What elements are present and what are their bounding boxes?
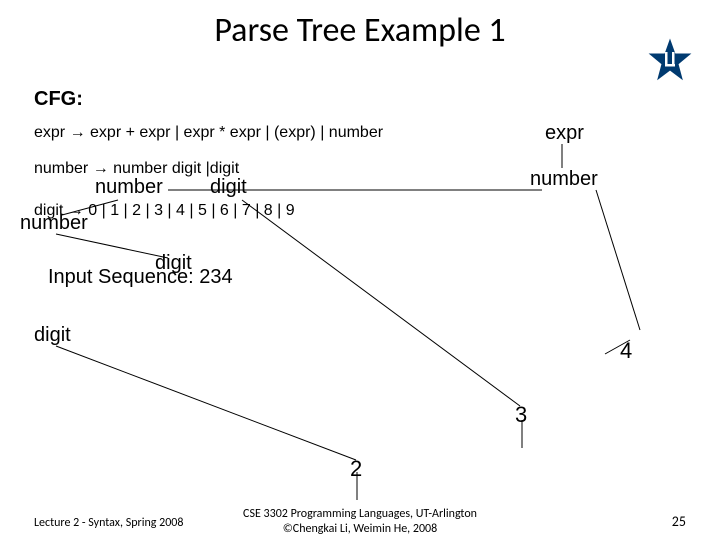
input-sequence-label: Input Sequence: 234: [48, 266, 233, 289]
tree-node-number-bottom: number: [20, 212, 88, 235]
tree-node-number-top: number: [530, 168, 598, 191]
tree-leaf-3: 3: [515, 402, 527, 428]
tree-leaf-4: 4: [620, 338, 632, 364]
tree-leaf-2: 2: [350, 456, 362, 482]
cfg-heading: CFG:: [34, 88, 83, 111]
grammar-rule-expr: expr → expr + expr | expr * expr | (expr…: [34, 124, 383, 142]
slide-title: Parse Tree Example 1: [0, 10, 720, 51]
tree-node-expr: expr: [545, 122, 584, 145]
slide-number: 25: [672, 513, 686, 530]
tree-node-digit-bottom: digit: [34, 324, 71, 347]
footer-course-line2: ©Chengkai Li, Weimin He, 2008: [243, 522, 477, 536]
footer-course-line1: CSE 3302 Programming Languages, UT-Arlin…: [243, 507, 477, 521]
footer-lecture: Lecture 2 - Syntax, Spring 2008: [34, 516, 183, 530]
footer-course: CSE 3302 Programming Languages, UT-Arlin…: [243, 507, 477, 536]
uta-logo: [648, 38, 692, 82]
tree-node-number-mid: number: [95, 176, 163, 199]
tree-node-digit-top: digit: [210, 176, 247, 199]
